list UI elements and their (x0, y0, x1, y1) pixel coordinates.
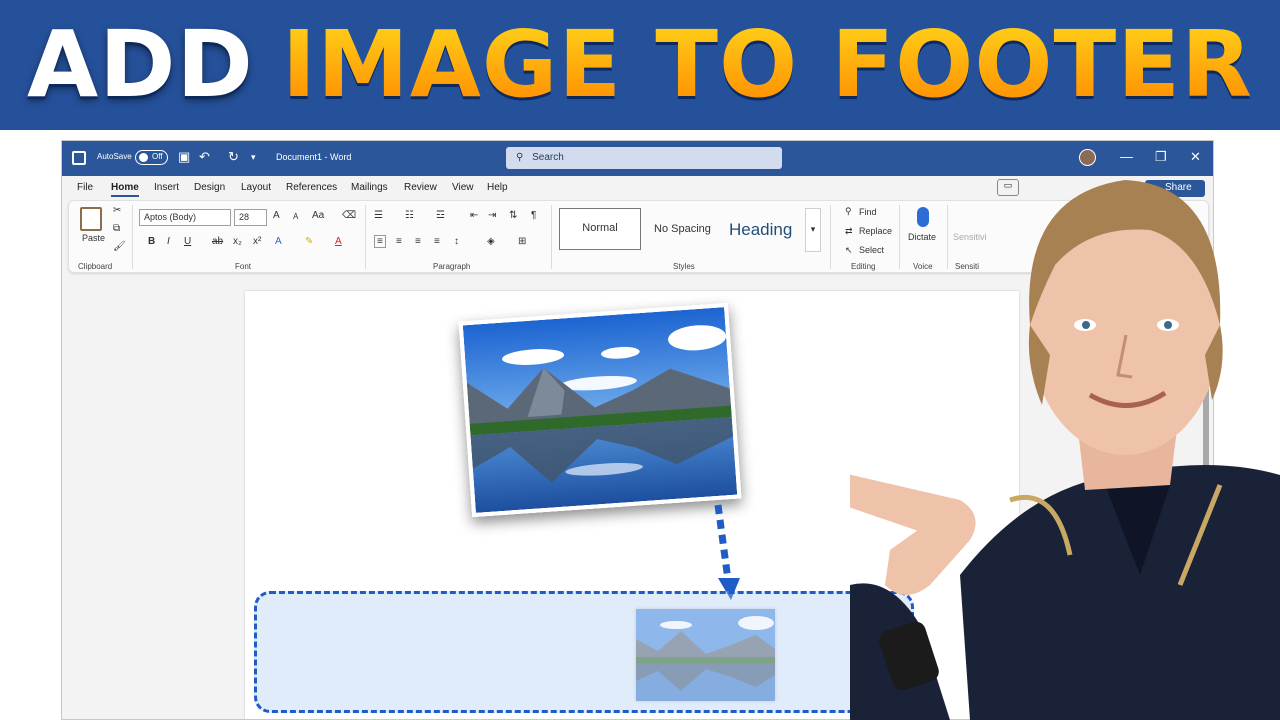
numbering-icon[interactable]: ☷ (405, 210, 414, 221)
tab-review[interactable]: Review (404, 182, 437, 193)
group-divider (365, 205, 366, 269)
landscape-photo[interactable] (458, 302, 742, 518)
tab-help[interactable]: Help (487, 182, 508, 193)
save-icon[interactable]: ▣ (178, 149, 190, 165)
style-normal[interactable]: Normal (559, 208, 641, 250)
shading-icon[interactable]: ◈ (487, 236, 495, 247)
styles-more-button[interactable]: ▾ (805, 208, 821, 252)
bold-button[interactable]: B (148, 236, 155, 247)
sort-icon[interactable]: ⇅ (509, 210, 517, 221)
shrink-font-button[interactable]: A (293, 212, 298, 221)
tab-layout[interactable]: Layout (241, 182, 271, 193)
banner-title-word-add: ADD (26, 11, 254, 118)
footer-highlight (254, 591, 914, 713)
format-painter-icon[interactable]: 🖌 (113, 241, 126, 252)
toggle-knob (139, 153, 148, 162)
borders-icon[interactable]: ⊞ (518, 236, 526, 247)
grow-font-button[interactable]: A (273, 210, 280, 221)
align-right-icon[interactable]: ≡ (415, 236, 421, 247)
tab-home[interactable]: Home (111, 182, 139, 197)
footer-landscape-image (636, 609, 775, 701)
subscript-button[interactable]: x₂ (233, 236, 242, 247)
italic-button[interactable]: I (167, 236, 170, 247)
autosave-state: Off (152, 152, 163, 161)
clear-formatting-icon[interactable]: ⌫ (342, 210, 356, 221)
multilevel-list-icon[interactable]: ☲ (436, 210, 445, 221)
strikethrough-button[interactable]: ab (212, 236, 223, 247)
tab-file[interactable]: File (77, 182, 93, 193)
tab-design[interactable]: Design (194, 182, 225, 193)
search-icon: ⚲ (516, 152, 524, 163)
tab-insert[interactable]: Insert (154, 182, 179, 193)
tab-mailings[interactable]: Mailings (351, 182, 388, 193)
align-center-icon[interactable]: ≡ (396, 236, 402, 247)
group-divider (132, 205, 133, 269)
paste-label: Paste (82, 233, 106, 243)
undo-icon[interactable]: ↶ (199, 149, 210, 165)
autosave-toggle[interactable]: Off (135, 150, 168, 165)
styles-group-label: Styles (673, 262, 695, 271)
search-placeholder: Search (532, 152, 564, 163)
landscape-image (462, 307, 738, 513)
cut-icon[interactable]: ✂ (113, 205, 121, 216)
group-divider (551, 205, 552, 269)
presenter-photo (850, 180, 1280, 720)
font-color-icon[interactable]: A (335, 236, 342, 247)
font-group-label: Font (235, 262, 252, 271)
underline-button[interactable]: U (184, 236, 191, 247)
clipboard-group-label: Clipboard (78, 262, 113, 271)
autosave-label: AutoSave (97, 152, 132, 161)
highlight-icon[interactable]: ✎ (305, 236, 313, 247)
decrease-indent-icon[interactable]: ⇤ (470, 210, 478, 221)
paste-icon[interactable] (80, 207, 102, 231)
justify-icon[interactable]: ≡ (434, 236, 440, 247)
align-left-icon[interactable]: ≡ (374, 235, 386, 248)
style-heading[interactable]: Heading (729, 220, 792, 240)
font-name-dropdown[interactable]: Aptos (Body) (139, 209, 231, 226)
tab-view[interactable]: View (452, 182, 474, 193)
document-title: Document1 - Word (276, 152, 352, 162)
style-no-spacing[interactable]: No Spacing (654, 223, 711, 235)
bullets-icon[interactable]: ☰ (374, 210, 383, 221)
group-divider (830, 205, 831, 269)
show-marks-icon[interactable]: ¶ (531, 210, 536, 221)
change-case-button[interactable]: Aa (312, 210, 324, 221)
word-app-icon (72, 151, 86, 165)
paragraph-group-label: Paragraph (433, 262, 471, 271)
increase-indent-icon[interactable]: ⇥ (488, 210, 496, 221)
copy-icon[interactable]: ⧉ (113, 223, 120, 234)
font-size-dropdown[interactable]: 28 (234, 209, 267, 226)
superscript-button[interactable]: x² (253, 236, 261, 247)
footer-image-preview[interactable] (636, 609, 775, 701)
line-spacing-icon[interactable]: ↕ (454, 236, 459, 247)
search-box[interactable]: ⚲ Search (506, 147, 782, 169)
dashed-arrow-icon (714, 504, 740, 600)
tab-references[interactable]: References (286, 182, 337, 193)
banner-title-image-to-footer: IMAGE TO FOOTER (281, 11, 1253, 118)
redo-icon[interactable]: ↻ (228, 149, 239, 165)
thumbnail-banner: ADD IMAGE TO FOOTER (0, 0, 1280, 130)
quick-access-more-icon[interactable]: ▾ (251, 152, 256, 163)
text-effects-icon[interactable]: A (275, 236, 282, 247)
